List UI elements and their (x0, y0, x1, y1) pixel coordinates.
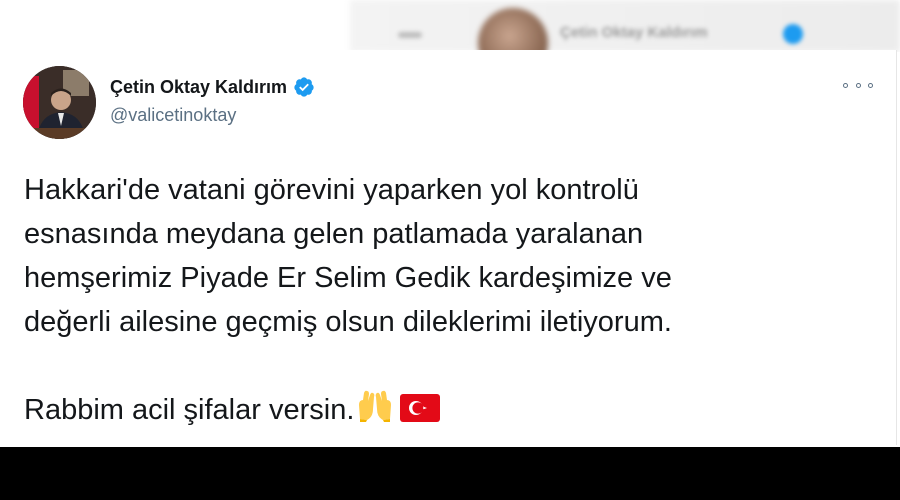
tweet-closing-line: Rabbim acil şifalar versin. (24, 388, 884, 436)
turkey-flag-emoji-icon (400, 391, 441, 435)
more-dot (855, 82, 861, 88)
avatar[interactable] (23, 66, 96, 139)
background-icon (398, 32, 422, 38)
author-row: Çetin Oktay Kaldırım (110, 76, 315, 98)
tweet-line: esnasında meydana gelen patlamada yarala… (24, 218, 644, 250)
tweet-line: Hakkari'de vatani görevini yaparken yol … (24, 174, 639, 206)
author-handle[interactable]: @valicetinoktay (110, 105, 236, 126)
tweet-line: hemşerimiz Piyade Er Selim Gedik kardeşi… (24, 262, 672, 294)
tweet-text: Hakkari'de vatani görevini yaparken yol … (24, 168, 884, 436)
background-tweet-header: Çetin Oktay Kaldırım (0, 0, 900, 52)
tweet-closing-text: Rabbim acil şifalar versin. (24, 394, 355, 426)
tweet-line: değerli ailesine geçmiş olsun dileklerim… (24, 306, 672, 338)
more-options-icon[interactable] (843, 74, 873, 96)
raised-hands-emoji-icon (356, 389, 394, 436)
emoji-group (356, 389, 441, 436)
bottom-bar (0, 447, 900, 500)
background-author-name: Çetin Oktay Kaldırım (560, 24, 708, 41)
more-dot (843, 82, 848, 88)
background-verified-icon (783, 24, 803, 44)
author-name[interactable]: Çetin Oktay Kaldırım (110, 77, 287, 98)
line-break (24, 344, 884, 388)
verified-badge-icon (293, 76, 315, 98)
more-dot (868, 82, 873, 88)
tweet-card: Çetin Oktay Kaldırım @valicetinoktay Hak… (0, 50, 897, 445)
